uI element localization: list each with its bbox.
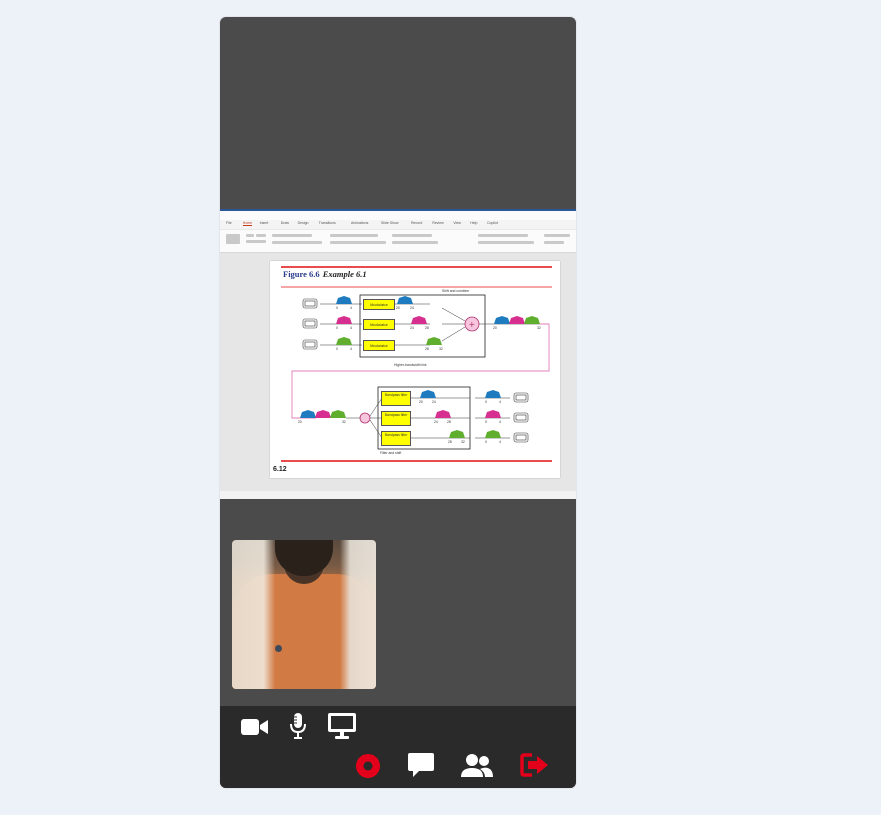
range-label: 24 [434, 420, 438, 424]
modulator-box: Modulator [363, 340, 395, 351]
range-label: 4 [499, 420, 501, 424]
range-label: 4 [499, 400, 501, 404]
monitor-icon [328, 713, 356, 739]
participants-button[interactable] [460, 753, 494, 779]
shared-screen[interactable]: File Home Insert Draw Design Transitions Anima… [220, 209, 576, 499]
range-label: 0 [485, 420, 487, 424]
slide-subtitle: Example 6.1 [322, 269, 367, 279]
ribbon-tab[interactable]: Home [242, 221, 253, 226]
record-button[interactable] [354, 752, 382, 780]
range-label: 0 [336, 347, 338, 351]
slide: + Figure 6.6 Example 6.1 Shift and combi… [270, 261, 560, 478]
shirt-logo [275, 645, 282, 652]
participant-video[interactable] [232, 540, 376, 689]
microphone-icon [290, 713, 306, 739]
slide-diagram: + [281, 266, 552, 462]
range-label: 0 [336, 306, 338, 310]
range-label: 28 [425, 326, 429, 330]
range-label: 32 [342, 420, 346, 424]
ribbon-tab[interactable]: File [226, 221, 232, 225]
telephone-icon [302, 298, 318, 350]
ribbon-tab[interactable]: Animations [351, 221, 368, 225]
camera-button[interactable] [240, 716, 270, 738]
range-label: 32 [537, 326, 541, 330]
range-label: 24 [410, 326, 414, 330]
range-label: 28 [448, 440, 452, 444]
range-label: 20 [396, 306, 400, 310]
ribbon-tab[interactable]: Help [470, 221, 477, 225]
record-icon [356, 754, 380, 778]
link-label: Higher-bandwidth link [394, 363, 427, 367]
ribbon-tab[interactable]: Draw [281, 221, 289, 225]
video-camera-icon [241, 719, 268, 735]
range-label: 4 [499, 440, 501, 444]
leave-icon [520, 753, 548, 777]
ribbon-tab[interactable]: Design [298, 221, 309, 225]
top-section-label: Shift and combine [442, 289, 470, 293]
meeting-panel: File Home Insert Draw Design Transitions Anima… [220, 17, 576, 788]
chat-bubble-icon [408, 753, 434, 777]
screen-share-button[interactable] [327, 712, 357, 740]
ribbon-tab[interactable]: Record [411, 221, 422, 225]
bandpass-filter-box: Bandpass filter [381, 391, 411, 406]
range-label: 4 [350, 306, 352, 310]
range-label: 0 [336, 326, 338, 330]
ribbon-tab[interactable]: Slide Show [381, 221, 399, 225]
range-label: 28 [425, 347, 429, 351]
range-label: 4 [350, 326, 352, 330]
microphone-button[interactable] [288, 712, 308, 740]
range-label: 0 [485, 400, 487, 404]
ribbon-tab[interactable]: View [453, 221, 461, 225]
range-label: 24 [410, 306, 414, 310]
range-label: 0 [485, 440, 487, 444]
app-statusbar [220, 491, 576, 499]
modulator-box: Modulator [363, 319, 395, 330]
slide-number: 6.12 [273, 466, 287, 473]
modulator-box: Modulator [363, 299, 395, 310]
range-label: 4 [350, 347, 352, 351]
ribbon-toolbar [220, 230, 576, 253]
range-label: 32 [439, 347, 443, 351]
bandpass-filter-box: Bandpass filter [381, 411, 411, 426]
range-label: 32 [461, 440, 465, 444]
ribbon-tab[interactable]: Copilot [487, 221, 498, 225]
range-label: 20 [419, 400, 423, 404]
bandpass-filter-box: Bandpass filter [381, 431, 411, 446]
range-label: 24 [432, 400, 436, 404]
telephone-icon [513, 392, 529, 443]
ribbon-tab[interactable]: Review [432, 221, 443, 225]
range-label: 20 [493, 326, 497, 330]
participants-icon [461, 754, 493, 777]
control-bar [220, 706, 576, 788]
ribbon-tab[interactable]: Insert [260, 221, 269, 225]
ribbon-tabs: File Home Insert Draw Design Transitions Anima… [220, 220, 576, 229]
slide-title: Figure 6.6 Example 6.1 [283, 269, 367, 279]
chat-button[interactable] [407, 751, 435, 779]
ribbon-tab[interactable]: Transitions [319, 221, 336, 225]
bottom-section-label: Filter and shift [380, 451, 402, 455]
leave-button[interactable] [520, 753, 550, 777]
range-label: 28 [447, 420, 451, 424]
range-label: 20 [298, 420, 302, 424]
svg-text:+: + [469, 320, 476, 329]
